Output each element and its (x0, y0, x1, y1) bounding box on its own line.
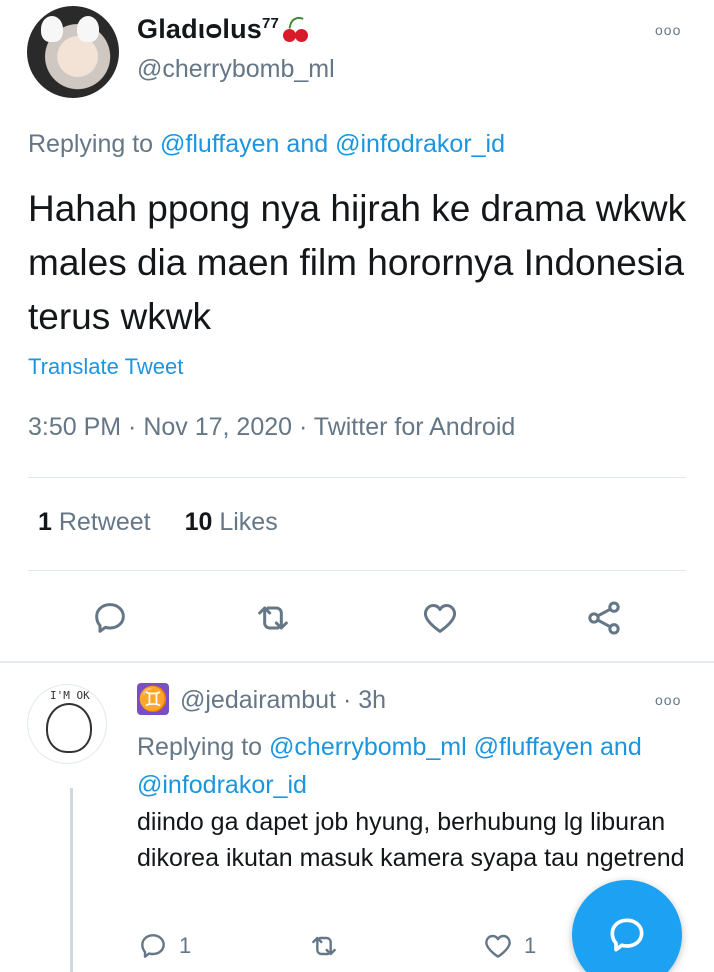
tweet-text: Hahah ppong nya hijrah ke drama wkwk mal… (28, 188, 687, 337)
translate-tweet-link[interactable]: Translate Tweet (28, 354, 183, 380)
like-count: 1 (524, 933, 537, 958)
share-icon[interactable] (584, 598, 624, 638)
divider (28, 477, 686, 478)
reply-icon[interactable] (90, 598, 130, 638)
avatar[interactable]: I'M OK (27, 684, 107, 764)
retweet-icon[interactable] (253, 598, 293, 638)
heart-icon (485, 934, 511, 958)
tweet-separator (0, 661, 714, 663)
reply-icon (141, 934, 165, 958)
tweet-stats: 1 Retweet 10 Likes (38, 508, 278, 537)
replying-and: and (600, 733, 642, 761)
thread-line (70, 788, 73, 972)
more-options-icon[interactable]: ooo (655, 22, 681, 38)
reply-handle[interactable]: @jedairambut · 3h (180, 686, 386, 715)
mention-link[interactable]: @infodrakor_id (137, 771, 307, 799)
retweets-stat[interactable]: 1 Retweet (38, 508, 151, 536)
replying-to: Replying to @fluffayen and @infodrakor_i… (28, 130, 506, 158)
reply-text: diindo ga dapet job hyung, berhubung lg … (137, 808, 685, 872)
user-handle[interactable]: @cherrybomb_ml (137, 55, 335, 84)
mention-link[interactable]: @infodrakor_id (335, 130, 505, 158)
avatar[interactable] (27, 6, 119, 98)
like-action[interactable]: 1 (482, 930, 536, 964)
more-options-icon[interactable]: ooo (655, 692, 681, 708)
heart-icon[interactable] (420, 598, 460, 638)
compose-icon (610, 918, 644, 952)
replying-and: and (286, 130, 329, 158)
cherry-icon (281, 14, 311, 42)
display-name-superscript: 77 (262, 15, 280, 32)
retweet-action[interactable] (308, 930, 340, 964)
mention-link[interactable]: @cherrybomb_ml (269, 733, 467, 761)
avatar-text: I'M OK (50, 689, 90, 702)
mention-link[interactable]: @fluffayen (474, 733, 593, 761)
replying-to: Replying to @cherrybomb_ml @fluffayen an… (137, 733, 642, 799)
retweet-icon (312, 936, 336, 956)
compose-button[interactable] (572, 880, 682, 972)
mention-link[interactable]: @fluffayen (160, 130, 279, 158)
reply-count: 1 (179, 933, 192, 958)
divider (28, 570, 686, 571)
tweet-timestamp: 3:50 PM · Nov 17, 2020 · Twitter for And… (28, 413, 516, 441)
display-name[interactable]: Gladιᴑlus77 (137, 14, 311, 45)
reply-action[interactable]: 1 (137, 930, 191, 964)
gemini-badge-icon: ♊ (137, 683, 169, 715)
likes-stat[interactable]: 10 Likes (185, 508, 278, 536)
